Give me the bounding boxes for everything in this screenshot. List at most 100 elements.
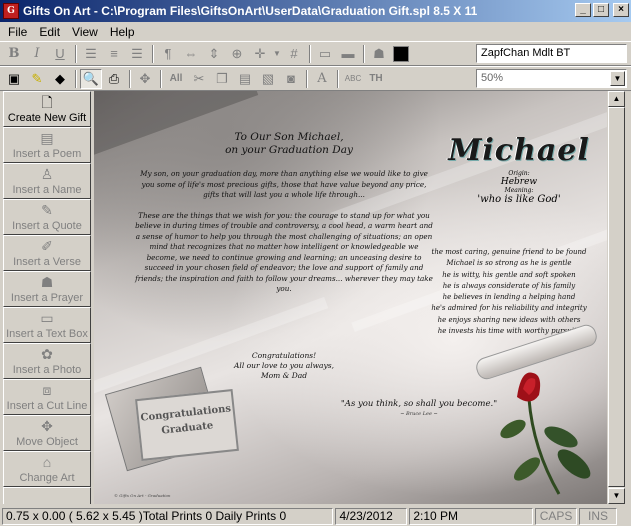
sidebar-item-label: Insert a Text Box [6, 328, 88, 340]
copy-icon[interactable]: ❐ [211, 69, 233, 89]
italic-icon[interactable]: I [26, 44, 48, 64]
eraser-icon[interactable]: ◆ [49, 69, 71, 89]
poem-body[interactable]: My son, on your graduation day, more tha… [134, 169, 434, 305]
status-date: 4/23/2012 [335, 507, 408, 525]
status-time: 2:10 PM [409, 507, 534, 525]
poem-title[interactable]: To Our Son Michael, on your Graduation D… [204, 131, 374, 157]
sidebar-item-label: Insert a Verse [13, 256, 81, 268]
align-center-icon[interactable]: ≡ [103, 44, 125, 64]
paste-icon[interactable]: ▤ [234, 69, 256, 89]
fill-icon[interactable]: ▭ [314, 44, 336, 64]
sidebar-insert-poem[interactable]: ▤ Insert a Poem [3, 127, 91, 163]
chevron-down-icon[interactable]: ▼ [610, 71, 625, 86]
scroll-down-icon[interactable]: ▼ [608, 488, 625, 504]
highlight-icon[interactable]: ✎ [26, 69, 48, 89]
status-position: 0.75 x 0.00 ( 5.62 x 5.45 )Total Prints … [2, 507, 334, 525]
cut-icon[interactable]: ✂ [188, 69, 210, 89]
sidebar-insert-prayer[interactable]: ☗ Insert a Prayer [3, 271, 91, 307]
spell-check-icon[interactable]: ABC [342, 69, 364, 89]
scroll-thumb[interactable] [608, 107, 625, 487]
art-icon: ⌂ [42, 454, 52, 470]
sidebar-change-art[interactable]: ⌂ Change Art [3, 451, 91, 487]
vertical-scrollbar[interactable]: ▲ ▼ [607, 91, 625, 504]
paint-icon[interactable]: ☗ [368, 44, 390, 64]
name-block[interactable]: Michael Origin: Hebrew Meaning: 'who is … [444, 133, 594, 205]
position-icon[interactable]: ✛ [249, 44, 271, 64]
sidebar-insert-verse[interactable]: ✐ Insert a Verse [3, 235, 91, 271]
name-poem-line: the most caring, genuine friend to be fo… [431, 248, 587, 256]
scroll-up-icon[interactable]: ▲ [608, 91, 625, 107]
resize-grip-icon[interactable] [619, 509, 629, 523]
sidebar-item-label: Insert a Cut Line [6, 400, 88, 412]
sidebar-create-new-gift[interactable]: 🗋 Create New Gift [3, 91, 91, 127]
color-swatch[interactable] [393, 45, 409, 62]
dropdown-arrow-icon[interactable]: ▼ [272, 44, 282, 64]
meaning-value: 'who is like God' [477, 194, 561, 205]
sidebar-item-label: Insert a Photo [12, 364, 82, 376]
spacing-vertical-icon[interactable]: ⇕ [203, 44, 225, 64]
photo-icon: ✿ [41, 346, 53, 362]
meaning-label: Meaning: [504, 187, 534, 194]
poem-closing[interactable]: Congratulations! All our love to you alw… [204, 351, 364, 381]
sidebar-insert-cut-line[interactable]: ⧈ Insert a Cut Line [3, 379, 91, 415]
menu-file[interactable]: File [2, 25, 33, 39]
app-icon: G [3, 3, 19, 19]
sidebar: 🗋 Create New Gift ▤ Insert a Poem ♙ Inse… [3, 91, 91, 504]
thesaurus-icon[interactable]: TH [365, 69, 387, 89]
minimize-button[interactable]: _ [575, 3, 591, 17]
menu-edit[interactable]: Edit [33, 25, 66, 39]
underline-icon[interactable]: U [49, 44, 71, 64]
sidebar-insert-text-box[interactable]: ▭ Insert a Text Box [3, 307, 91, 343]
sidebar-item-label: Insert a Quote [12, 220, 82, 232]
textbox-icon: ▭ [40, 310, 54, 326]
image-icon[interactable]: ▧ [257, 69, 279, 89]
move-icon: ✥ [41, 418, 53, 434]
font-name-input[interactable]: ZapfChan Mdlt BT [476, 44, 627, 63]
poem-icon: ▤ [40, 130, 54, 146]
scissors-icon: ✂ [41, 502, 53, 504]
move-tool-icon[interactable]: ✥ [134, 69, 156, 89]
closing-line: Mom & Dad [260, 371, 308, 380]
sidebar-item-label: Insert a Poem [12, 148, 82, 160]
sidebar-insert-photo[interactable]: ✿ Insert a Photo [3, 343, 91, 379]
name-poem-line: he's admired for his reliability and int… [431, 304, 587, 313]
align-left-icon[interactable]: ☰ [80, 44, 102, 64]
menu-help[interactable]: Help [104, 25, 141, 39]
maximize-button[interactable]: □ [593, 3, 609, 17]
zoom-select[interactable]: 50% ▼ [476, 69, 627, 88]
closing-line: All our love to you always, [234, 361, 334, 370]
bold-icon[interactable]: B [3, 44, 25, 64]
select-all-icon[interactable]: All [165, 69, 187, 89]
camera-icon[interactable]: ◙ [280, 69, 302, 89]
sidebar-item-label: Insert a Prayer [10, 292, 84, 304]
menu-bar: File Edit View Help [0, 22, 631, 41]
grid-icon[interactable]: # [283, 44, 305, 64]
window-title: Gifts On Art - C:\Program Files\GiftsOnA… [23, 4, 478, 18]
menu-view[interactable]: View [66, 25, 104, 39]
paragraph-icon[interactable]: ¶ [157, 44, 179, 64]
sidebar-move-object[interactable]: ✥ Move Object [3, 415, 91, 451]
poem-title-line: on your Graduation Day [225, 144, 353, 156]
cut-line-icon: ⧈ [42, 382, 52, 398]
quote-text[interactable]: "As you think, so shall you become." [309, 399, 529, 409]
align-right-icon[interactable]: ☰ [126, 44, 148, 64]
person-icon: ♙ [40, 166, 54, 182]
sidebar-more[interactable]: ✂ [3, 487, 91, 504]
prayer-icon: ☗ [40, 274, 54, 290]
quote-icon: ✎ [41, 202, 53, 218]
sidebar-insert-name[interactable]: ♙ Insert a Name [3, 163, 91, 199]
name-poem[interactable]: the most caring, genuine friend to be fo… [414, 247, 604, 337]
center-object-icon[interactable]: ⊕ [226, 44, 248, 64]
rose-icon [500, 372, 591, 495]
save-icon[interactable]: ▣ [3, 69, 25, 89]
origin-value: Hebrew [500, 177, 538, 187]
print-icon[interactable]: ⎙ [103, 69, 125, 89]
status-ins: INS [579, 507, 618, 525]
sidebar-insert-quote[interactable]: ✎ Insert a Quote [3, 199, 91, 235]
font-icon[interactable]: A [311, 69, 333, 89]
border-icon[interactable]: ▬ [337, 44, 359, 64]
spacing-horizontal-icon[interactable]: ⇔ [180, 44, 202, 64]
close-button[interactable]: × [613, 3, 629, 17]
print-preview-icon[interactable]: 🔍 [80, 68, 102, 89]
gift-canvas[interactable]: To Our Son Michael, on your Graduation D… [94, 91, 607, 504]
